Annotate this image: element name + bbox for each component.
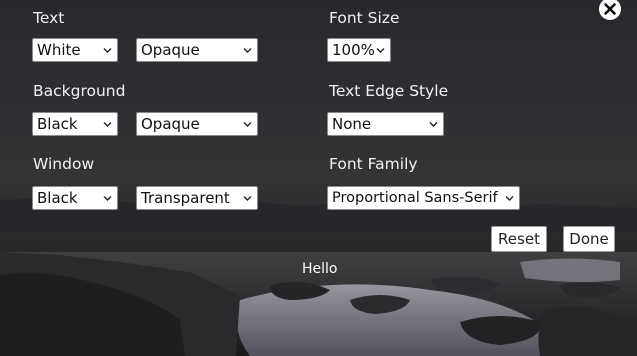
font-size-select[interactable]: 100% (327, 38, 391, 62)
chevron-down-icon (103, 48, 112, 53)
caption-preview-text: Hello (302, 261, 338, 277)
text-edge-style-label: Text Edge Style (329, 82, 449, 100)
video-player: Text White Opaque Font Size 100% Backgro… (0, 0, 637, 356)
chevron-down-icon (376, 48, 385, 53)
background-opacity-value: Opaque (141, 115, 200, 133)
font-size-label: Font Size (329, 9, 400, 27)
chevron-down-icon (429, 122, 438, 127)
window-opacity-value: Transparent (141, 189, 230, 207)
font-size-value: 100% (332, 41, 375, 59)
chevron-down-icon (243, 48, 252, 53)
text-color-select[interactable]: White (32, 38, 118, 62)
chevron-down-icon (103, 122, 112, 127)
window-label: Window (33, 155, 95, 173)
text-color-value: White (37, 41, 81, 59)
background-opacity-select[interactable]: Opaque (136, 112, 258, 136)
font-family-value: Proportional Sans-Serif (332, 190, 498, 206)
background-color-value: Black (37, 115, 78, 133)
font-family-select[interactable]: Proportional Sans-Serif (327, 186, 520, 210)
text-edge-style-select[interactable]: None (327, 112, 444, 136)
background-label: Background (33, 82, 126, 100)
close-button[interactable] (599, 0, 621, 20)
font-family-label: Font Family (329, 155, 418, 173)
done-button[interactable]: Done (563, 226, 615, 252)
window-color-select[interactable]: Black (32, 186, 118, 210)
reset-button[interactable]: Reset (491, 226, 547, 252)
caption-settings-panel: Text White Opaque Font Size 100% Backgro… (0, 0, 637, 252)
text-opacity-select[interactable]: Opaque (136, 38, 258, 62)
chevron-down-icon (243, 122, 252, 127)
window-opacity-select[interactable]: Transparent (136, 186, 258, 210)
text-label: Text (33, 9, 65, 27)
chevron-down-icon (243, 196, 252, 201)
text-opacity-value: Opaque (141, 41, 200, 59)
background-color-select[interactable]: Black (32, 112, 118, 136)
window-color-value: Black (37, 189, 78, 207)
chevron-down-icon (103, 196, 112, 201)
close-icon (604, 3, 616, 15)
chevron-down-icon (505, 196, 514, 201)
text-edge-style-value: None (332, 115, 372, 133)
